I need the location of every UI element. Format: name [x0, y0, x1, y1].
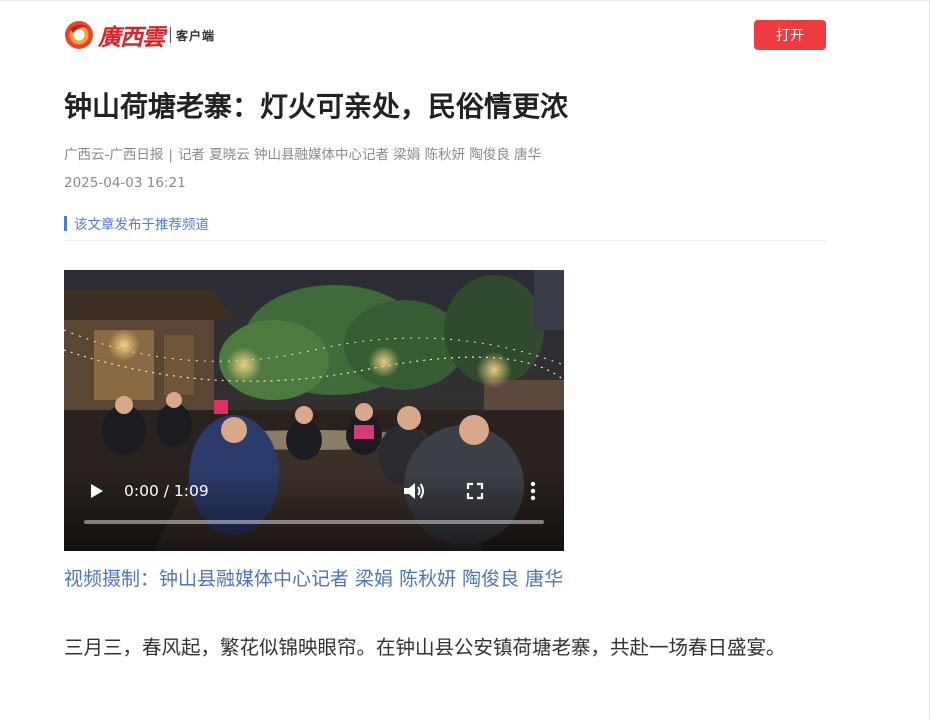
more-vertical-icon[interactable]: [526, 480, 540, 502]
video-caption: 视频摄制：钟山县融媒体中心记者 梁娟 陈秋妍 陶俊良 唐华: [64, 568, 564, 590]
video-player[interactable]: 0:00 / 1:09: [64, 270, 564, 551]
logo[interactable]: 廣西雲 客户端: [64, 18, 215, 52]
article-paragraph: 三月三，春风起，繁花似锦映眼帘。在钟山县公安镇荷塘老寨，共赴一场春日盛宴。: [64, 636, 786, 659]
logo-sub-text: 客户端: [176, 28, 216, 43]
open-app-button[interactable]: 打开: [754, 20, 826, 50]
article-title: 钟山荷塘老寨：灯火可亲处，民俗情更浓: [64, 90, 569, 123]
byline-separator: |: [168, 147, 173, 163]
article-date: 2025-04-03 16:21: [64, 175, 186, 191]
article-source: 广西云-广西日报: [64, 147, 164, 163]
logo-brand-text: 廣西雲: [98, 24, 165, 51]
play-icon[interactable]: [86, 481, 106, 501]
article-byline: 广西云-广西日报 | 记者 夏晓云 钟山县融媒体中心记者 梁娟 陈秋妍 陶俊良 唐华: [64, 145, 541, 165]
channel-notice-text: 该文章发布于推荐频道: [74, 217, 209, 233]
channel-notice[interactable]: 该文章发布于推荐频道: [64, 214, 209, 233]
channel-marker: [64, 215, 67, 231]
logo-separator: [170, 27, 171, 43]
top-border: [0, 0, 930, 1]
app-header: 廣西雲 客户端 打开: [64, 16, 826, 56]
logo-mark-icon: [65, 21, 93, 49]
video-time: 0:00 / 1:09: [124, 482, 209, 500]
article-authors: 记者 夏晓云 钟山县融媒体中心记者 梁娟 陈秋妍 陶俊良 唐华: [177, 147, 542, 163]
fullscreen-icon[interactable]: [465, 481, 485, 501]
header-divider: [64, 240, 826, 241]
volume-icon[interactable]: [402, 480, 426, 502]
video-progress-bar[interactable]: [84, 520, 544, 524]
